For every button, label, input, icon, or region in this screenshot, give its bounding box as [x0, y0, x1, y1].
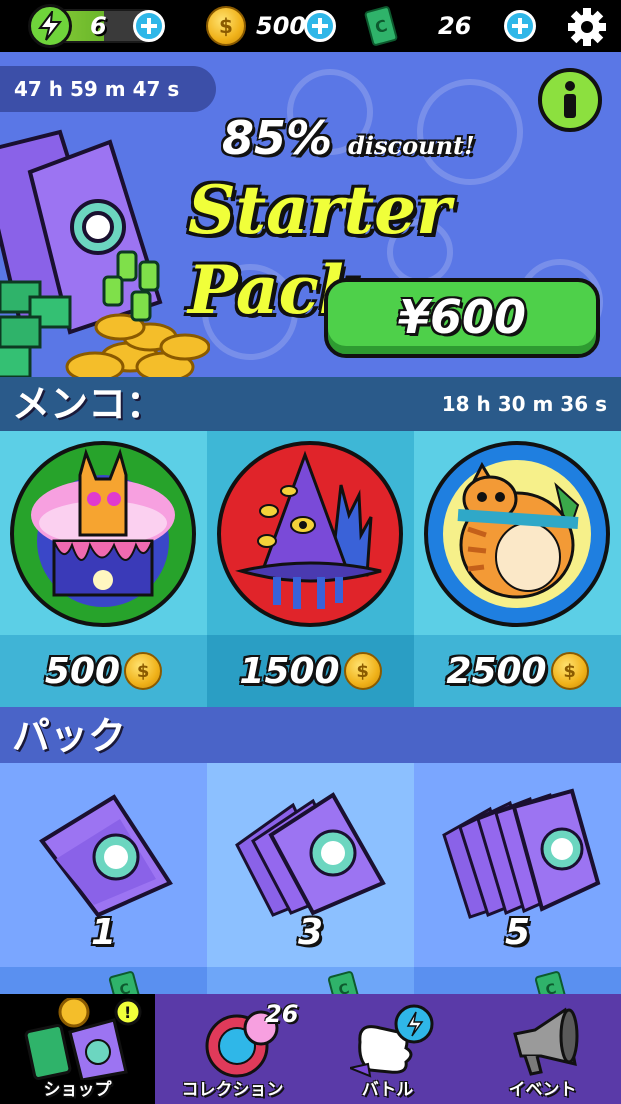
discount-label: 85% discount!	[222, 110, 475, 174]
menko-price-3[interactable]: 2500 $	[414, 635, 621, 707]
add-cash-button[interactable]	[504, 10, 536, 42]
pack-item-5[interactable]: 5	[414, 763, 621, 967]
add-energy-button[interactable]	[133, 10, 165, 42]
starter-pack-banner[interactable]: 47 h 59 m 47 s 85% discount! Starter Pac…	[0, 52, 621, 377]
megaphone-icon	[513, 1007, 579, 1076]
tab-battle-label: バトル	[361, 1080, 414, 1100]
pack-image	[39, 794, 173, 918]
menko-card-image	[10, 441, 196, 627]
gear-icon	[568, 8, 606, 46]
tab-event[interactable]: イベント	[465, 994, 620, 1104]
starter-pack-timer: 47 h 59 m 47 s	[0, 66, 216, 112]
pack-count: 3	[297, 912, 324, 953]
cash-count: 26	[438, 12, 472, 40]
menko-refresh-timer: 18 h 30 m 36 s	[441, 392, 607, 416]
pack-count: 1	[90, 912, 117, 953]
settings-button[interactable]	[566, 6, 608, 48]
energy-count: 6	[90, 12, 107, 40]
menko-card-image	[424, 441, 610, 627]
plus-icon	[312, 18, 328, 34]
menko-item-2[interactable]	[207, 431, 414, 635]
tab-battle[interactable]: バトル	[310, 994, 465, 1104]
menko-price-2[interactable]: 1500 $	[207, 635, 414, 707]
menko-price-value: 2500	[446, 650, 547, 692]
pack-section-title: パック	[12, 714, 127, 758]
lightning-icon	[28, 4, 72, 48]
battle-icon	[350, 1004, 434, 1078]
collection-badge: 26	[265, 1000, 299, 1028]
pack-item-1[interactable]: 1	[0, 763, 207, 967]
shop-icon: !	[24, 998, 142, 1080]
tab-shop[interactable]: ! ショップ	[0, 994, 155, 1104]
coin-icon: $	[343, 652, 382, 690]
starter-pack-artwork	[0, 129, 210, 377]
tab-collection[interactable]: 26 コレクション	[155, 994, 310, 1104]
discount-suffix: discount!	[348, 131, 475, 160]
plus-icon	[141, 18, 157, 34]
info-icon	[564, 81, 576, 118]
menko-item-3[interactable]	[414, 431, 621, 635]
pack-price-5[interactable]: C	[414, 967, 621, 1010]
pack-price-1[interactable]: C	[0, 967, 207, 1010]
menko-price-value: 500	[44, 650, 121, 692]
discount-percent: 85%	[222, 111, 333, 165]
pack-image	[235, 792, 386, 917]
menko-item-1[interactable]	[0, 431, 207, 635]
menko-section-title: メンコ：	[12, 382, 165, 426]
plus-icon	[512, 18, 528, 34]
top-status-bar: 6 $ 500 C 26	[0, 0, 621, 52]
menko-price-1[interactable]: 500 $	[0, 635, 207, 707]
starter-pack-buy-button[interactable]: ¥600	[324, 278, 600, 358]
coin-icon: $	[124, 652, 163, 690]
info-button[interactable]	[538, 68, 602, 132]
tab-collection-label: コレクション	[181, 1080, 284, 1100]
cash-icon: C	[363, 5, 399, 47]
pack-price-3[interactable]: C	[207, 967, 414, 1010]
tab-event-label: イベント	[508, 1080, 577, 1100]
coin-count: 500	[256, 12, 307, 40]
svg-text:!: !	[124, 1003, 131, 1022]
pack-item-3[interactable]: 3	[207, 763, 414, 967]
coin-icon: $	[550, 652, 589, 690]
pack-section-header: パック	[0, 707, 621, 763]
menko-section-header: メンコ： 18 h 30 m 36 s	[0, 377, 621, 431]
pack-count: 5	[504, 912, 531, 953]
bottom-navigation: ! ショップ 26 コレクション バトル イベント	[0, 994, 621, 1104]
coin-icon: $	[206, 6, 246, 46]
menko-price-value: 1500	[239, 650, 340, 692]
tab-shop-label: ショップ	[43, 1080, 112, 1100]
menko-card-image	[217, 441, 403, 627]
pack-image	[442, 788, 601, 919]
add-coins-button[interactable]	[304, 10, 336, 42]
